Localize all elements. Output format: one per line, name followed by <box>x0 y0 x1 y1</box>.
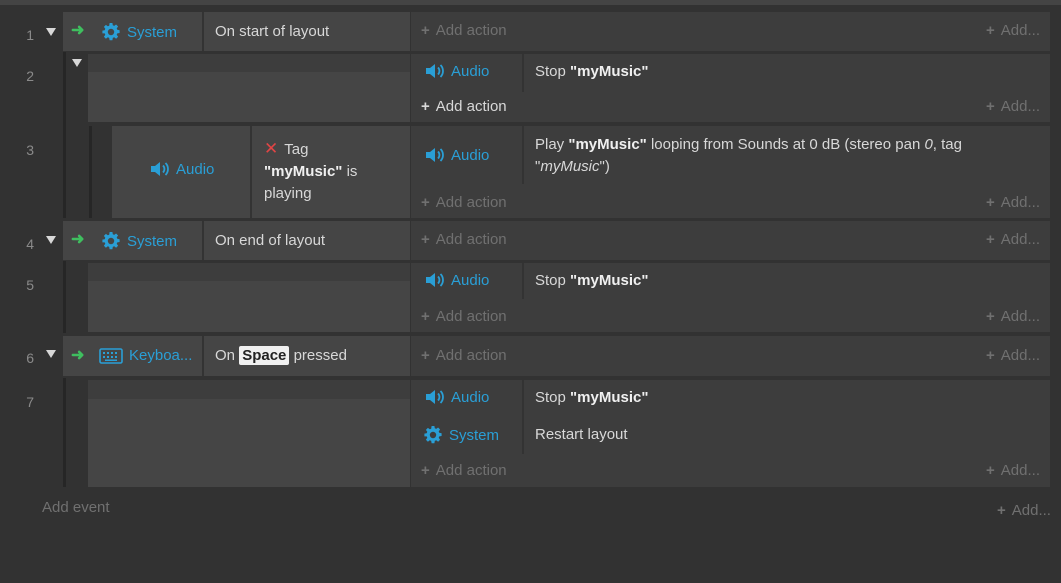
close-icon: ✕ <box>264 139 279 158</box>
condition-text: On Space pressed <box>215 346 347 365</box>
event-7-actions: Audio System Stop "myMusic" Restart layo… <box>411 380 1050 487</box>
add-more-link[interactable]: + Add... <box>986 22 1040 39</box>
speaker-icon <box>426 390 444 404</box>
add-action-link[interactable]: + Add action <box>421 22 507 39</box>
add-action-link[interactable]: + Add action <box>421 462 507 479</box>
event-6-actions: + Add action + Add... <box>411 336 1050 376</box>
add-action-link[interactable]: + Add action <box>421 194 507 211</box>
nesting-bar <box>63 261 66 333</box>
add-more-link[interactable]: + Add... <box>986 194 1040 211</box>
gear-icon <box>424 426 442 444</box>
key-badge: Space <box>239 346 290 365</box>
add-more-link[interactable]: + Add... <box>986 462 1040 479</box>
keyboard-icon <box>99 347 123 364</box>
condition-text: On end of layout <box>215 232 326 249</box>
row-number: 3 <box>26 142 34 158</box>
add-action-link[interactable]: + Add action <box>421 231 507 248</box>
object-audio[interactable]: Audio <box>150 160 214 178</box>
object-audio[interactable]: Audio <box>425 271 489 289</box>
event-3-actions: Audio Play "myMusic" looping from Sounds… <box>411 126 1050 218</box>
event-4-condition[interactable]: ➜ System On end of layout <box>63 221 410 260</box>
gear-icon <box>102 23 120 41</box>
object-system[interactable]: System <box>423 425 499 445</box>
object-system[interactable]: System <box>101 22 177 42</box>
row-number: 5 <box>26 277 34 293</box>
row-number: 1 <box>26 27 34 43</box>
object-audio[interactable]: Audio <box>425 62 489 80</box>
condition-text: ✕ Tag "myMusic" is playing <box>264 139 358 202</box>
row-number: 6 <box>26 350 34 366</box>
row-number: 2 <box>26 68 34 84</box>
nesting-bar <box>89 126 92 218</box>
action-text: Stop "myMusic" <box>535 63 649 80</box>
nesting-bar <box>63 378 66 487</box>
collapse-triangle-icon[interactable] <box>46 350 56 358</box>
action-text: Stop "myMusic" <box>535 272 649 289</box>
event-6-condition[interactable]: ➜ Keyboa... On Space pressed <box>63 336 410 376</box>
object-audio[interactable]: Audio <box>425 146 489 164</box>
speaker-icon <box>426 273 444 287</box>
object-keyboard[interactable]: Keyboa... <box>99 347 192 364</box>
action-text: Stop "myMusic" <box>535 389 649 406</box>
add-more-link[interactable]: + Add... <box>986 98 1040 115</box>
event-2-condition[interactable] <box>88 54 410 122</box>
add-more-link[interactable]: + Add... <box>986 231 1040 248</box>
event-5-actions: Audio Stop "myMusic" + Add action + Add... <box>411 263 1050 332</box>
condition-text: On start of layout <box>215 23 330 40</box>
nesting-bar <box>63 52 66 218</box>
add-more-link[interactable]: + Add... <box>986 308 1040 325</box>
add-action-link[interactable]: + Add action <box>421 308 507 325</box>
row-number: 7 <box>26 394 34 410</box>
collapse-triangle-icon[interactable] <box>46 28 56 36</box>
event-1-condition[interactable]: ➜ System On start of layout <box>63 12 410 51</box>
event-3-condition[interactable]: Audio ✕ Tag "myMusic" is playing <box>112 126 410 218</box>
action-text: Restart layout <box>535 426 628 443</box>
row-number: 4 <box>26 236 34 252</box>
event-1-actions: + Add action + Add... <box>411 12 1050 51</box>
event-2-actions: Audio Stop "myMusic" + Add action + Add... <box>411 54 1050 122</box>
arrow-right-icon: ➜ <box>71 231 85 248</box>
event-5-condition[interactable] <box>88 263 410 332</box>
speaker-icon <box>426 64 444 78</box>
speaker-icon <box>151 162 169 176</box>
collapse-triangle-icon[interactable] <box>72 59 82 67</box>
add-event-link[interactable]: Add event <box>42 499 110 516</box>
add-action-link[interactable]: + Add action <box>421 347 507 364</box>
top-bar <box>0 0 1061 5</box>
object-system[interactable]: System <box>101 231 177 251</box>
action-text: Play "myMusic" looping from Sounds at 0 … <box>535 136 962 175</box>
event-4-actions: + Add action + Add... <box>411 221 1050 260</box>
add-action-link[interactable]: + Add action <box>421 98 507 115</box>
add-more-link[interactable]: + Add... <box>986 347 1040 364</box>
gear-icon <box>102 232 120 250</box>
arrow-right-icon: ➜ <box>71 22 85 39</box>
collapse-triangle-icon[interactable] <box>46 236 56 244</box>
add-more-link[interactable]: + Add... <box>997 502 1051 519</box>
speaker-icon <box>426 148 444 162</box>
arrow-right-icon: ➜ <box>71 347 85 364</box>
event-7-condition[interactable] <box>88 380 410 487</box>
object-audio[interactable]: Audio <box>425 388 489 406</box>
